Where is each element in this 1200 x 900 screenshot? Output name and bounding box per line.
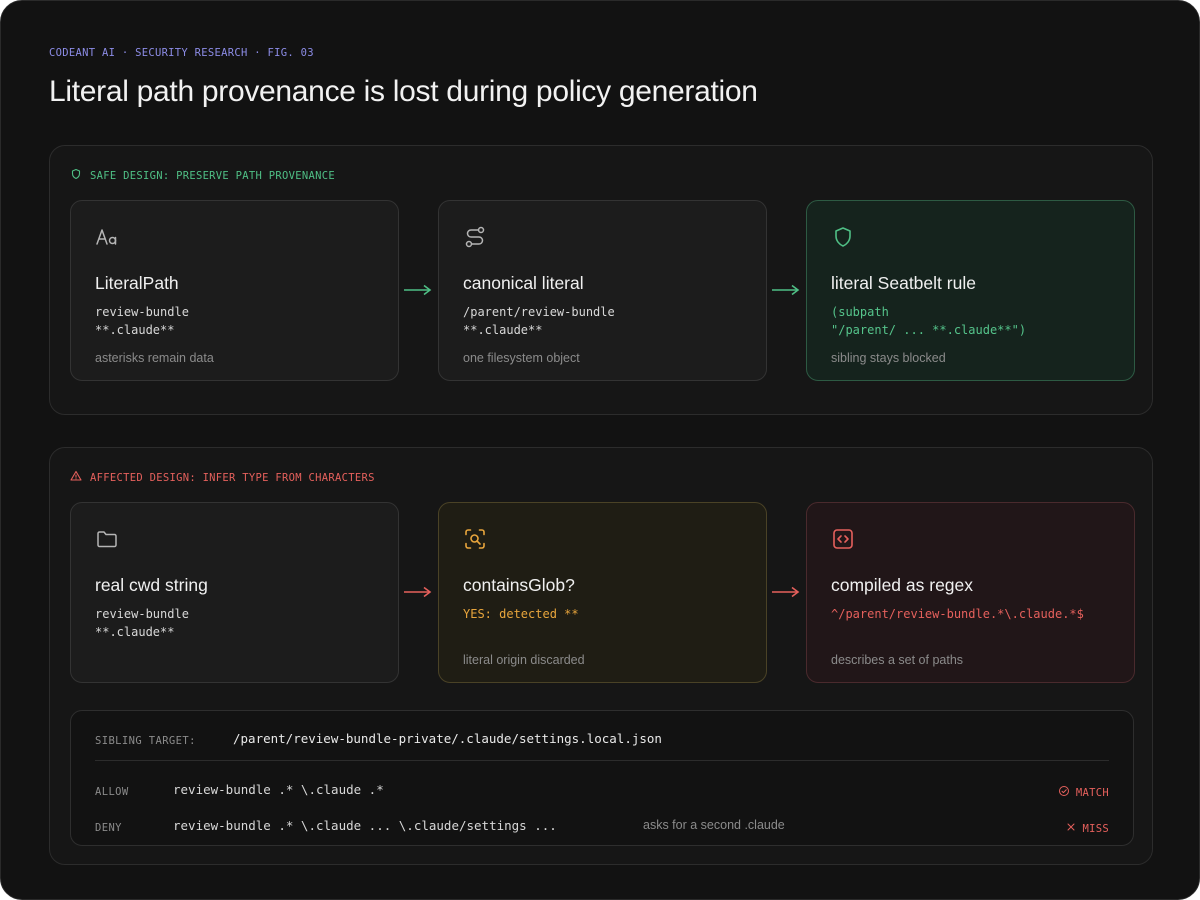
card-note: asterisks remain data (95, 351, 214, 365)
sibling-target-label: SIBLING TARGET: (95, 735, 196, 747)
card-note: sibling stays blocked (831, 351, 946, 365)
divider (95, 760, 1109, 761)
code-icon (831, 527, 855, 551)
card-note: one filesystem object (463, 351, 580, 365)
deny-row-label: DENY (95, 822, 122, 834)
shield-icon (70, 168, 82, 183)
allow-row-status: MATCH (1058, 785, 1109, 800)
card-code: /parent/review-bundle **.claude** (463, 305, 615, 337)
card-compiled-as-regex: compiled as regex ^/parent/review-bundle… (806, 502, 1135, 683)
card-title: containsGlob? (463, 575, 575, 595)
figure-frame: CODEANT AI · SECURITY RESEARCH · FIG. 03… (0, 0, 1200, 900)
affected-design-label-text: AFFECTED DESIGN: INFER TYPE FROM CHARACT… (90, 471, 375, 484)
allow-row-label: ALLOW (95, 786, 129, 798)
check-circle-icon (1058, 785, 1070, 800)
deny-row-note: asks for a second .claude (643, 818, 785, 832)
deny-row-expression: review-bundle .* \.claude ... \.claude/s… (173, 818, 557, 833)
affected-design-panel: AFFECTED DESIGN: INFER TYPE FROM CHARACT… (49, 447, 1153, 865)
affected-design-label: AFFECTED DESIGN: INFER TYPE FROM CHARACT… (70, 470, 375, 485)
card-code: review-bundle **.claude** (95, 305, 189, 337)
card-title: real cwd string (95, 575, 208, 595)
card-canonical-literal: canonical literal /parent/review-bundle … (438, 200, 767, 381)
allow-row-status-text: MATCH (1075, 786, 1109, 799)
card-literal-seatbelt-rule: literal Seatbelt rule (subpath "/parent/… (806, 200, 1135, 381)
card-title: LiteralPath (95, 273, 179, 293)
arrow-right-icon (404, 284, 432, 296)
card-real-cwd-string: real cwd string review-bundle **.claude*… (70, 502, 399, 683)
safe-design-label: SAFE DESIGN: PRESERVE PATH PROVENANCE (70, 168, 335, 183)
card-note: literal origin discarded (463, 653, 585, 667)
safe-design-label-text: SAFE DESIGN: PRESERVE PATH PROVENANCE (90, 169, 335, 182)
arrow-right-icon (404, 586, 432, 598)
arrow-right-icon (772, 284, 800, 296)
card-contains-glob: containsGlob? YES: detected ** literal o… (438, 502, 767, 683)
route-icon (463, 225, 487, 249)
folder-icon (95, 527, 119, 551)
card-title: compiled as regex (831, 575, 974, 595)
sibling-target-box: SIBLING TARGET: /parent/review-bundle-pr… (70, 710, 1134, 846)
card-literal-path: LiteralPath review-bundle **.claude** as… (70, 200, 399, 381)
shield-icon (831, 225, 855, 249)
font-icon (95, 225, 119, 249)
card-code: YES: detected ** (463, 607, 579, 621)
eyebrow: CODEANT AI · SECURITY RESEARCH · FIG. 03 (49, 47, 314, 59)
card-title: literal Seatbelt rule (831, 273, 976, 293)
sibling-target-path: /parent/review-bundle-private/.claude/se… (233, 731, 662, 746)
card-code: (subpath "/parent/ ... **.claude**") (831, 305, 1027, 337)
deny-row-status: MISS (1065, 821, 1110, 836)
card-note: describes a set of paths (831, 653, 964, 667)
deny-row-status-text: MISS (1082, 822, 1109, 835)
card-title: canonical literal (463, 273, 584, 293)
scan-search-icon (463, 527, 487, 551)
x-icon (1065, 821, 1077, 836)
card-code: ^/parent/review-bundle.*\.claude.*$ (831, 607, 1084, 621)
card-code: review-bundle **.claude** (95, 607, 189, 639)
warning-triangle-icon (70, 470, 82, 485)
allow-row-expression: review-bundle .* \.claude .* (173, 782, 384, 797)
page-title: Literal path provenance is lost during p… (49, 75, 758, 108)
arrow-right-icon (772, 586, 800, 598)
safe-design-panel: SAFE DESIGN: PRESERVE PATH PROVENANCE Li… (49, 145, 1153, 415)
